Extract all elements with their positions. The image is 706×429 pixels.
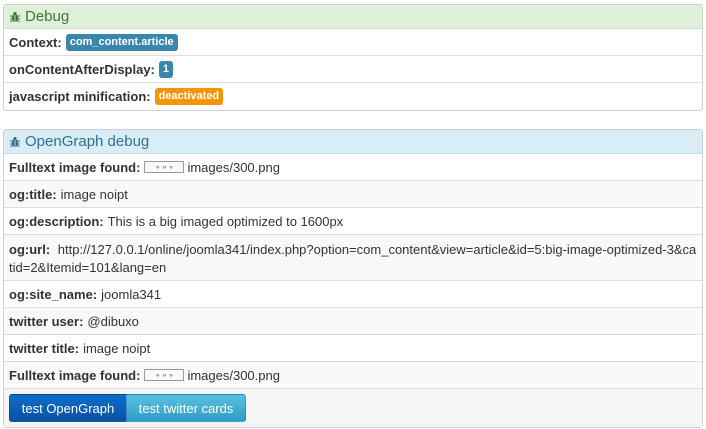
fulltext-image-row-2: Fulltext image found: ⚬⚬⚬ images/300.png — [4, 362, 702, 389]
og-site-name-value: joomla341 — [101, 286, 162, 302]
og-url-value: http://127.0.0.1/online/joomla341/index.… — [9, 242, 697, 275]
og-title-row: og:title: image noipt — [4, 181, 702, 208]
fulltext-image-row: Fulltext image found: ⚬⚬⚬ images/300.png — [4, 154, 702, 181]
test-twitter-cards-button[interactable]: test twitter cards — [126, 394, 246, 422]
twitter-title-row: twitter title: image noipt — [4, 335, 702, 362]
oncontent-row: onContentAfterDisplay: 1 — [4, 56, 702, 83]
fulltext-image-label: Fulltext image found: — [9, 159, 141, 175]
opengraph-debug-panel: OpenGraph debug Fulltext image found: ⚬⚬… — [3, 129, 703, 428]
image-thumbnail: ⚬⚬⚬ — [144, 161, 185, 173]
og-description-value: This is a big imaged optimized to 1600px — [107, 213, 344, 229]
og-description-label: og:description: — [9, 213, 104, 229]
context-badge: com_content.article — [65, 33, 178, 51]
oncontent-label: onContentAfterDisplay: — [9, 61, 155, 77]
context-row: Context: com_content.article — [4, 29, 702, 56]
og-url-label: og:url: — [9, 242, 51, 257]
button-group-row: test OpenGraph test twitter cards — [4, 389, 702, 427]
twitter-title-value: image noipt — [83, 340, 151, 356]
image-thumbnail: ⚬⚬⚬ — [144, 369, 185, 381]
context-label: Context: — [9, 34, 62, 50]
minification-row: javascript minification: deactivated — [4, 83, 702, 110]
fulltext-image-label-2: Fulltext image found: — [9, 367, 141, 383]
twitter-user-label: twitter user: — [9, 313, 84, 329]
twitter-title-label: twitter title: — [9, 340, 80, 356]
fulltext-image-value: images/300.png — [187, 159, 280, 175]
twitter-user-value: @dibuxo — [87, 313, 139, 329]
debug-panel: Debug Context: com_content.article onCon… — [3, 4, 703, 111]
fulltext-image-value-2: images/300.png — [187, 367, 280, 383]
debug-panel-title: Debug — [25, 8, 70, 25]
twitter-user-row: twitter user: @dibuxo — [4, 308, 702, 335]
minification-label: javascript minification: — [9, 89, 151, 104]
og-title-value: image noipt — [60, 186, 128, 202]
og-site-name-row: og:site_name: joomla341 — [4, 281, 702, 308]
bug-icon — [9, 136, 21, 148]
og-url-row: og:url: http://127.0.0.1/online/joomla34… — [4, 235, 702, 281]
og-panel-heading: OpenGraph debug — [4, 130, 702, 154]
og-description-row: og:description: This is a big imaged opt… — [4, 208, 702, 235]
og-title-label: og:title: — [9, 186, 57, 202]
oncontent-badge: 1 — [158, 60, 174, 78]
og-panel-title: OpenGraph debug — [25, 133, 150, 150]
bug-icon — [9, 11, 21, 23]
debug-panel-heading: Debug — [4, 5, 702, 29]
og-site-name-label: og:site_name: — [9, 286, 98, 302]
test-opengraph-button[interactable]: test OpenGraph — [9, 394, 127, 422]
minification-badge: deactivated — [154, 88, 224, 105]
